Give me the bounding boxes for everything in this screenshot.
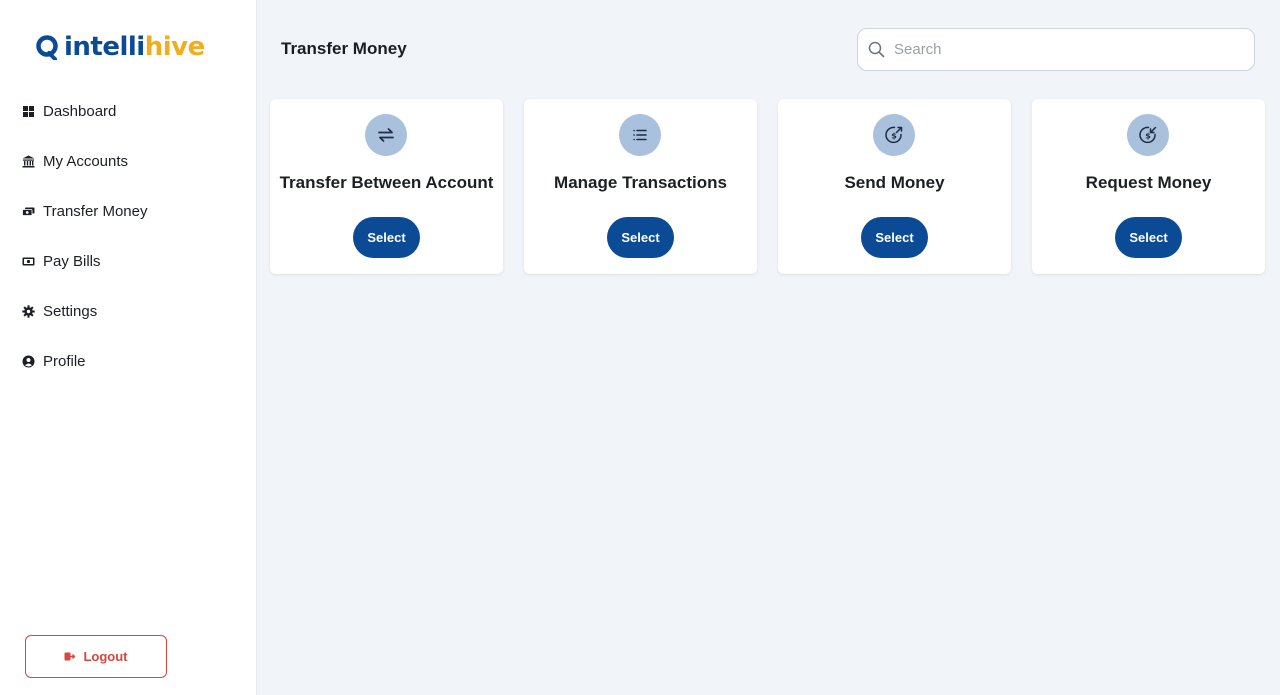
sidebar-item-label: Pay Bills [43,252,101,270]
sidebar-item-transfer-money[interactable]: Transfer Money [0,191,257,231]
brand-logo[interactable]: intellihive [35,31,205,63]
select-button[interactable]: Select [861,217,928,258]
gear-icon [22,304,35,318]
logout-button[interactable]: Logout [25,635,167,678]
sidebar-item-label: Profile [43,352,86,370]
select-button[interactable]: Select [353,217,420,258]
card-send-money: $ Send Money Select [778,99,1011,274]
brand-name-part1: intelli [64,32,145,62]
card-title: Send Money [844,173,945,192]
logout-label: Logout [83,649,128,664]
arrows-exchange-icon [365,114,407,156]
select-button[interactable]: Select [1115,217,1182,258]
user-circle-icon [22,355,35,368]
money-transfer-icon [22,205,35,218]
page-title: Transfer Money [281,39,407,58]
app-root: intellihive Dashboard My Accounts Transf… [0,0,1280,695]
card-title: Request Money [1085,173,1212,192]
grid-icon [22,105,35,118]
bill-icon [22,255,35,268]
card-request-money: $ Request Money Select [1032,99,1265,274]
send-money-icon: $ [873,114,915,156]
sidebar-item-label: My Accounts [43,152,129,170]
sidebar: intellihive Dashboard My Accounts Transf… [0,0,257,695]
sidebar-item-pay-bills[interactable]: Pay Bills [0,241,257,281]
card-transfer-between-account: Transfer Between Account Select [270,99,503,274]
brand-name: intellihive [64,31,205,63]
search-box[interactable] [857,28,1255,71]
sidebar-item-label: Dashboard [43,102,117,120]
card-manage-transactions: Manage Transactions Select [524,99,757,274]
svg-text:$: $ [1145,132,1151,141]
card-title: Manage Transactions [554,173,727,192]
list-icon [619,114,661,156]
brand-name-part2: hive [144,32,206,62]
sidebar-item-label: Settings [43,302,98,320]
logo-mark-icon [36,35,58,60]
sidebar-item-settings[interactable]: Settings [0,291,257,331]
logout-icon [64,651,76,662]
select-button[interactable]: Select [607,217,674,258]
sidebar-item-label: Transfer Money [43,202,148,220]
sidebar-item-dashboard[interactable]: Dashboard [0,91,257,131]
request-money-icon: $ [1127,114,1169,156]
card-title: Transfer Between Account [279,173,494,192]
sidebar-item-my-accounts[interactable]: My Accounts [0,141,257,181]
search-icon [868,41,885,58]
sidebar-item-profile[interactable]: Profile [0,341,257,381]
svg-text:$: $ [891,132,897,141]
bank-icon [22,155,35,168]
search-input[interactable] [894,41,1234,58]
